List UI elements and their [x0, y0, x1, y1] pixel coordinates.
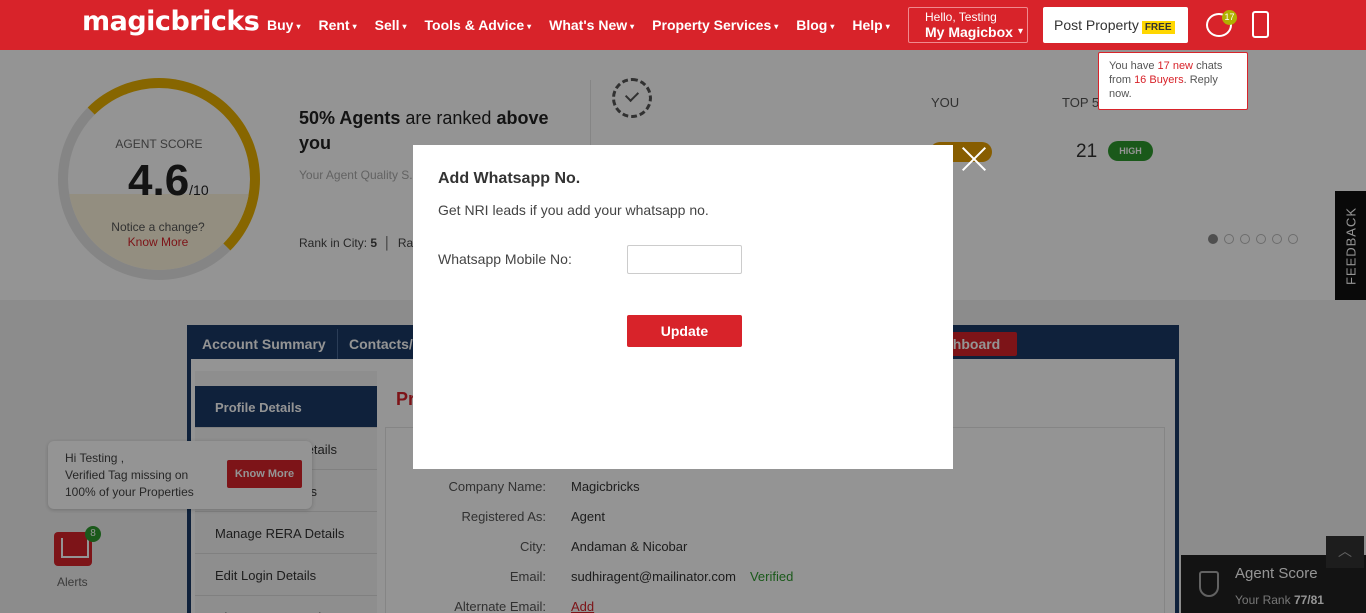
nav-rent[interactable]: Rent ▾ — [318, 17, 356, 33]
whatsapp-field-label: Whatsapp Mobile No: — [438, 251, 572, 267]
nav-whats-new[interactable]: What's New ▾ — [549, 17, 634, 33]
modal-title: Add Whatsapp No. — [438, 170, 581, 187]
chat-count-badge: 17 — [1222, 10, 1237, 25]
whatsapp-number-input[interactable] — [627, 245, 742, 274]
hello-greeting: Hello, Testing — [925, 10, 997, 24]
main-nav: Buy ▾ Rent ▾ Sell ▾ Tools & Advice ▾ What's … — [267, 17, 908, 33]
nav-property-services[interactable]: Property Services ▾ — [652, 17, 778, 33]
my-magicbox-label: My Magicbox — [925, 24, 1013, 40]
close-icon[interactable] — [960, 145, 988, 173]
whatsapp-modal: Add Whatsapp No. Get NRI leads if you ad… — [413, 145, 953, 469]
nav-tools-advice[interactable]: Tools & Advice ▾ — [425, 17, 532, 33]
nav-blog[interactable]: Blog ▾ — [796, 17, 834, 33]
update-button[interactable]: Update — [627, 315, 742, 347]
post-property-button[interactable]: Post Property FREE — [1043, 7, 1188, 43]
modal-subtitle: Get NRI leads if you add your whatsapp n… — [438, 202, 709, 218]
magicbricks-logo[interactable]: magicbricks — [82, 6, 260, 37]
free-tag: FREE — [1141, 21, 1175, 34]
top-header: magicbricks Buy ▾ Rent ▾ Sell ▾ Tools & Adv… — [0, 0, 1366, 50]
chevron-down-icon: ▾ — [1017, 26, 1023, 37]
chat-notification-tooltip[interactable]: You have 17 new chats from 16 Buyers. Re… — [1098, 52, 1248, 110]
nav-buy[interactable]: Buy ▾ — [267, 17, 300, 33]
nav-help[interactable]: Help ▾ — [852, 17, 889, 33]
my-magicbox-menu[interactable]: Hello, Testing My Magicbox ▾ — [908, 7, 1028, 43]
post-property-label: Post Property — [1054, 17, 1139, 33]
nav-sell[interactable]: Sell ▾ — [375, 17, 407, 33]
mobile-app-icon[interactable] — [1252, 11, 1269, 38]
